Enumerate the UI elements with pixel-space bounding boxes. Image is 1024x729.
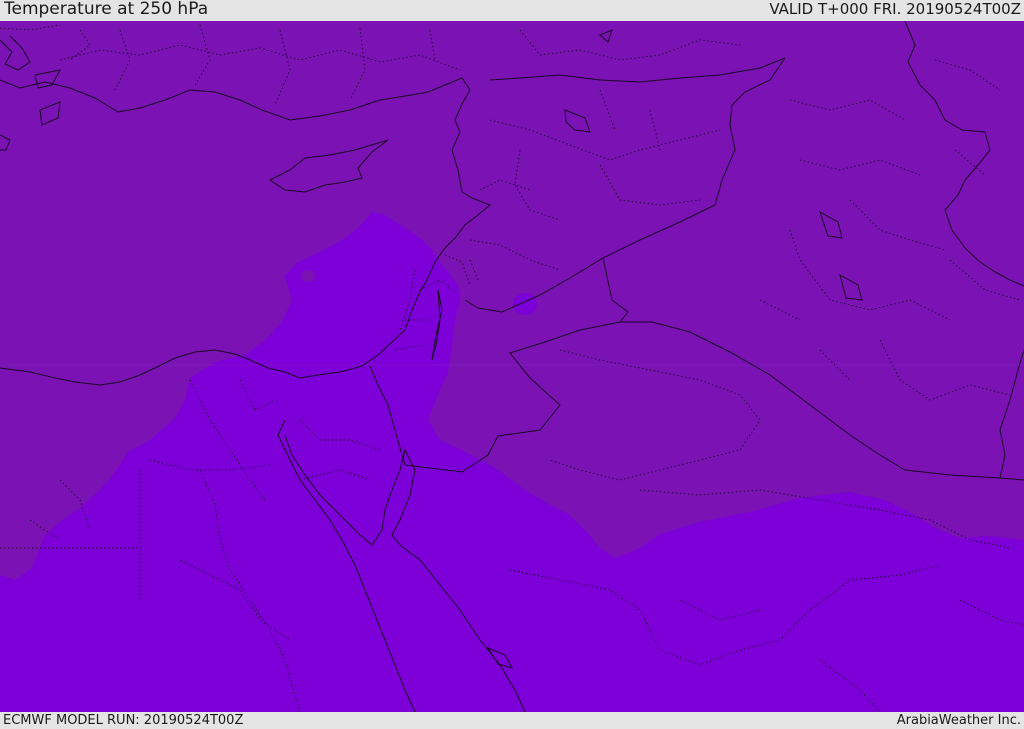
- valid-time: VALID T+000 FRI. 20190524T00Z: [769, 0, 1021, 18]
- footer-bar: ECMWF MODEL RUN: 20190524T00Z ArabiaWeat…: [0, 712, 1024, 729]
- header-bar: Temperature at 250 hPa VALID T+000 FRI. …: [0, 0, 1024, 21]
- field-warm-spot: [301, 270, 315, 282]
- credit-label: ArabiaWeather Inc.: [896, 713, 1021, 728]
- field-cool-spot: [513, 293, 537, 315]
- map-panel[interactable]: [0, 21, 1024, 712]
- map-title: Temperature at 250 hPa: [4, 0, 209, 19]
- model-run-label: ECMWF MODEL RUN: 20190524T00Z: [3, 713, 244, 728]
